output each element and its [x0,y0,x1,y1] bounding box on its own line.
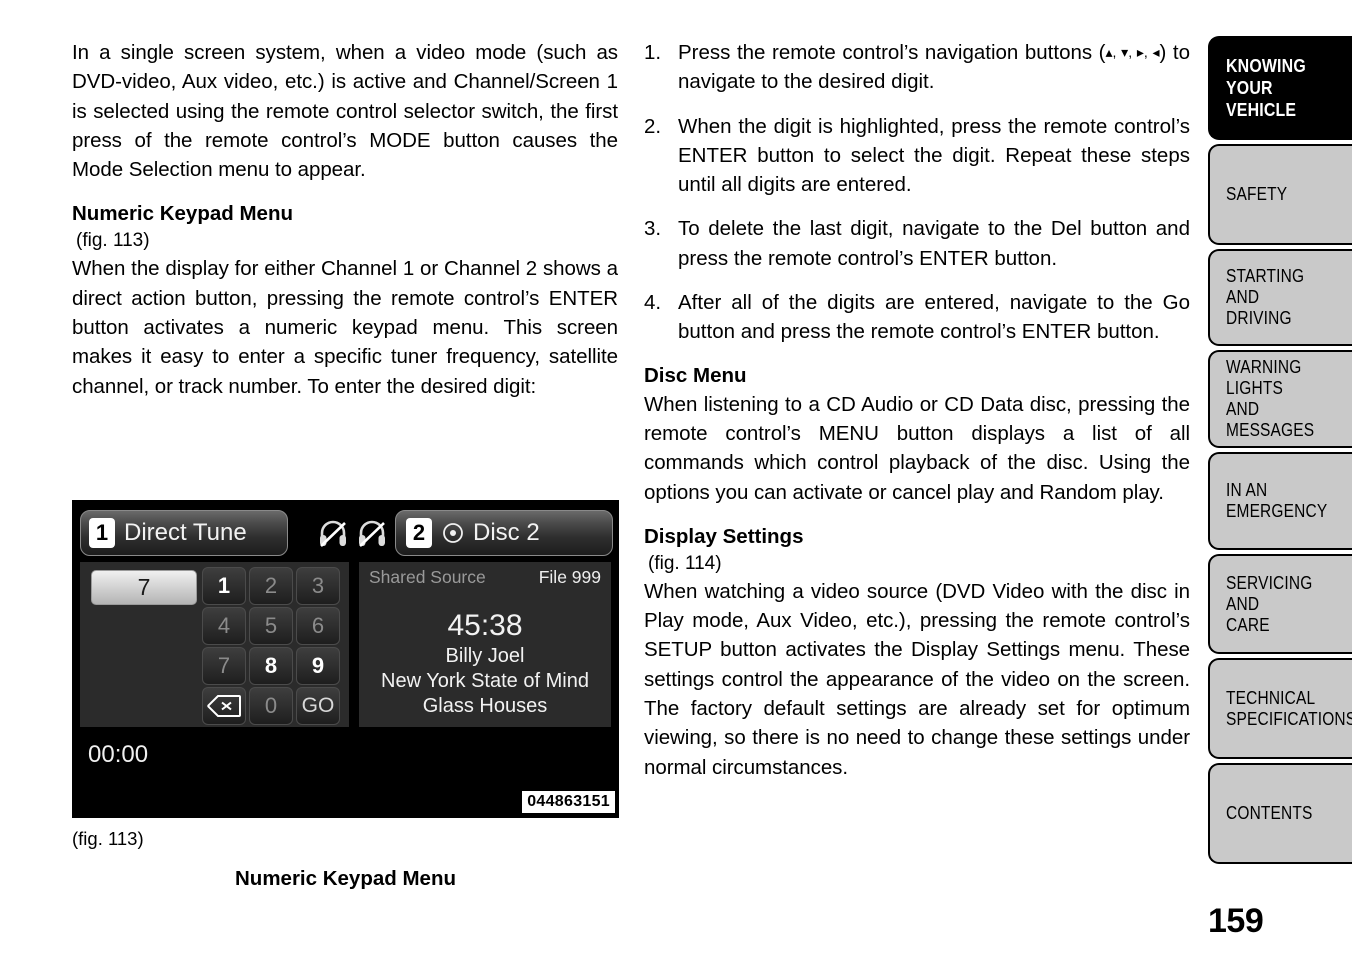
sidebar-tab-starting-and-driving[interactable]: STARTING AND DRIVING [1208,249,1352,346]
headphones-off-icon-2 [357,520,387,548]
step-number-3: 3. [644,217,662,241]
sidebar-tab-technical-specifications[interactable]: TECHNICAL SPECIFICATIONS [1208,658,1352,759]
step-1-text-before: Press the remote control’s navigation bu… [678,41,1106,64]
sidebar-tab-label-4: IN AN EMERGENCY [1226,480,1328,521]
manual-page: In a single screen system, when a video … [0,0,1352,954]
keypad-grid: 1 2 3 4 5 6 7 8 9 0 GO [202,567,344,725]
track-album: Glass Houses [422,695,548,717]
keypad-key-1[interactable]: 1 [202,567,246,605]
display-settings-paragraph: When watching a video source (DVD Video … [644,579,1190,779]
now-playing-top-row: Shared Source File 999 [369,567,601,588]
step-item-1: 1. Press the remote control’s navigation … [644,38,1190,97]
channel-number-badge-1: 1 [89,518,115,548]
sidebar-tab-contents[interactable]: CONTENTS [1208,763,1352,864]
sidebar-tab-label-3: WARNING LIGHTS AND MESSAGES [1226,357,1315,440]
track-time: 45:38 [447,609,523,642]
sidebar-tab-knowing-your-vehicle[interactable]: KNOWING YOUR VEHICLE [1208,36,1352,140]
page-number: 159 [1208,902,1264,940]
step-item-3: 3. To delete the last digit, navigate to … [644,214,1190,273]
left-text-column: In a single screen system, when a video … [72,38,618,405]
numeric-keypad-panel: 7 1 2 3 4 5 6 7 8 9 0 GO [80,562,349,727]
sidebar-tab-label-5: SERVICING AND CARE [1226,572,1313,635]
figure-caption-title: Numeric Keypad Menu [235,867,456,890]
step-2-text: When the digit is highlighted, press the… [678,114,1190,197]
sidebar-tab-servicing-and-care[interactable]: SERVICING AND CARE [1208,554,1352,654]
screen-clock: 00:00 [88,741,149,768]
radio-screen-image: 1 Direct Tune 2 Disc 2 7 1 2 3 4 5 6 7 8… [72,500,619,818]
section-tab-sidebar: KNOWING YOUR VEHICLE SAFETY STARTING AND… [1208,36,1352,868]
keypad-key-7[interactable]: 7 [202,647,246,685]
track-title: New York State of Mind [381,670,589,692]
numbered-steps-list: 1. Press the remote control’s navigation … [644,38,1190,347]
sidebar-tab-warning-lights-and-messages[interactable]: WARNING LIGHTS AND MESSAGES [1208,350,1352,448]
disc-menu-heading: Disc Menu [644,363,747,387]
headphones-off-icon [318,520,348,548]
now-playing-panel: Shared Source File 999 45:38 Billy Joel … [359,562,611,727]
sidebar-tab-label-0: KNOWING YOUR VEHICLE [1226,55,1306,120]
disc-icon [442,522,464,544]
figure-id-code: 044863151 [522,791,615,813]
step-4-text: After all of the digits are entered, nav… [678,291,1190,344]
keypad-key-9[interactable]: 9 [296,647,340,685]
now-playing-details: 45:38 Billy Joel New York State of Mind … [359,608,611,719]
sidebar-tab-label-2: STARTING AND DRIVING [1226,266,1305,328]
shared-source-label: Shared Source [369,567,486,587]
disc-menu-paragraph: When listening to a CD Audio or CD Data … [644,392,1190,504]
right-text-column: 1. Press the remote control’s navigation … [644,38,1190,786]
keypad-key-3[interactable]: 3 [296,567,340,605]
keypad-key-0[interactable]: 0 [249,687,293,725]
screen-tab-disc-2[interactable]: 2 Disc 2 [395,510,613,556]
screen-tab-direct-tune-label: Direct Tune [124,519,247,546]
keypad-key-4[interactable]: 4 [202,607,246,645]
figure-reference-113: (fig. 113) [76,230,150,252]
keypad-key-5[interactable]: 5 [249,607,293,645]
step-item-4: 4. After all of the digits are entered, n… [644,288,1190,347]
keypad-key-8[interactable]: 8 [249,647,293,685]
keypad-key-2[interactable]: 2 [249,567,293,605]
keypad-key-go[interactable]: GO [296,687,340,725]
screen-tab-bar: 1 Direct Tune 2 Disc 2 [72,500,619,562]
step-number-1: 1. [644,41,662,64]
step-item-2: 2. When the digit is highlighted, press t… [644,112,1190,200]
track-artist: Billy Joel [445,645,525,667]
intro-paragraph: In a single screen system, when a video … [72,41,618,182]
numeric-keypad-menu-heading: Numeric Keypad Menu [72,202,293,226]
sidebar-tab-label-6: TECHNICAL SPECIFICATIONS [1226,687,1352,729]
step-3-text: To delete the last digit, navigate to th… [678,217,1190,270]
figure-caption-ref: (fig. 113) [72,828,144,849]
sidebar-tab-label-7: CONTENTS [1226,803,1313,823]
digit-entry-field[interactable]: 7 [91,570,197,605]
navigation-arrow-glyphs: ▴, ▾, ▸, ◂ [1105,44,1160,60]
display-settings-heading: Display Settings [644,524,804,548]
channel-number-badge-2: 2 [406,518,432,548]
keypad-key-delete[interactable] [202,687,246,725]
backspace-delete-icon [207,695,241,717]
step-number-2: 2. [644,114,662,138]
keypad-key-6[interactable]: 6 [296,607,340,645]
sidebar-tab-in-an-emergency[interactable]: IN AN EMERGENCY [1208,452,1352,550]
screen-main-area: 7 1 2 3 4 5 6 7 8 9 0 GO Shared Source F… [72,562,619,727]
file-number-label: File 999 [538,567,601,587]
step-number-4: 4. [644,291,662,315]
screen-tab-disc-2-label: Disc 2 [473,519,540,546]
figure-113: 1 Direct Tune 2 Disc 2 7 1 2 3 4 5 6 7 8… [72,500,619,891]
figure-reference-114: (fig. 114) [648,552,722,574]
screen-bottom-bar: 00:00 044863151 [72,727,619,818]
sidebar-tab-label-1: SAFETY [1226,184,1288,204]
screen-tab-direct-tune[interactable]: 1 Direct Tune [80,510,288,556]
sidebar-tab-safety[interactable]: SAFETY [1208,144,1352,245]
numeric-keypad-paragraph: When the display for either Channel 1 or… [72,257,618,398]
